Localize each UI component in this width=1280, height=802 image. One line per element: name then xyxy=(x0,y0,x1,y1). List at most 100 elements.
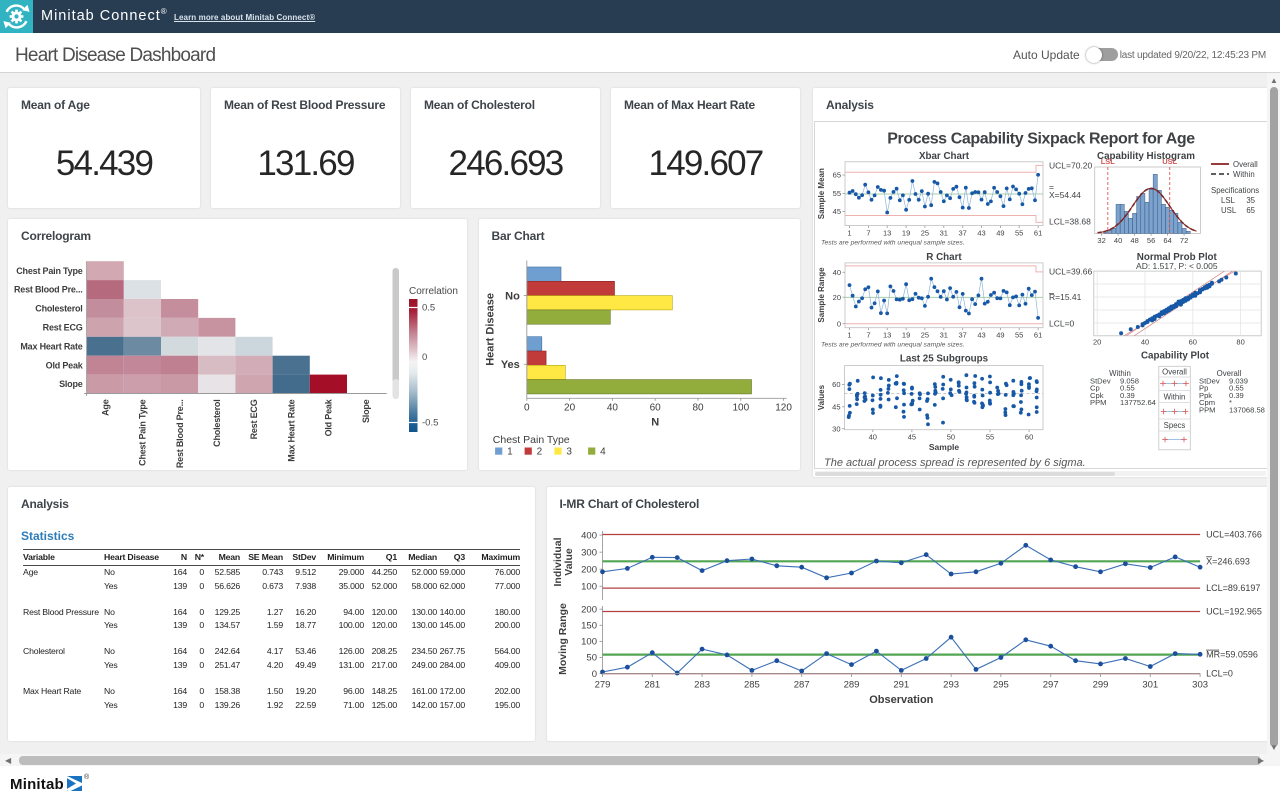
svg-text:200: 200 xyxy=(581,564,597,575)
svg-text:287: 287 xyxy=(793,680,809,691)
svg-text:Last 25 Subgroups: Last 25 Subgroups xyxy=(900,354,989,365)
svg-text:Moving Range: Moving Range xyxy=(557,603,569,675)
svg-text:37: 37 xyxy=(959,229,967,238)
svg-text:120: 120 xyxy=(775,402,792,413)
svg-text:40: 40 xyxy=(833,268,841,277)
svg-text:Overall: Overall xyxy=(1233,160,1258,169)
svg-text:Age: Age xyxy=(100,399,110,416)
svg-text:291: 291 xyxy=(893,680,909,691)
svg-text:UCL=192.965: UCL=192.965 xyxy=(1206,607,1262,617)
svg-text:19: 19 xyxy=(902,331,910,340)
svg-text:297: 297 xyxy=(1042,680,1058,691)
svg-text:31: 31 xyxy=(940,331,948,340)
svg-text:Sample Range: Sample Range xyxy=(817,267,826,323)
svg-text:25: 25 xyxy=(921,331,929,340)
svg-text:Sample Mean: Sample Mean xyxy=(817,168,826,219)
svg-text:65: 65 xyxy=(1246,206,1255,215)
svg-text:Capability Plot: Capability Plot xyxy=(1141,351,1210,362)
svg-text:281: 281 xyxy=(644,680,660,691)
svg-text:55: 55 xyxy=(833,189,841,198)
svg-text:40: 40 xyxy=(869,433,877,442)
svg-text:X=246.693: X=246.693 xyxy=(1206,556,1250,566)
svg-text:Max Heart Rate: Max Heart Rate xyxy=(286,399,296,461)
svg-text:20: 20 xyxy=(833,293,841,302)
svg-text:LSL: LSL xyxy=(1101,157,1116,166)
svg-text:64: 64 xyxy=(1163,236,1171,245)
svg-text:295: 295 xyxy=(992,680,1008,691)
svg-text:13: 13 xyxy=(883,229,891,238)
svg-text:Old Peak: Old Peak xyxy=(46,360,84,370)
svg-text:35: 35 xyxy=(1246,196,1255,205)
svg-text:60: 60 xyxy=(1025,433,1033,442)
svg-text:55: 55 xyxy=(986,433,994,442)
svg-text:20: 20 xyxy=(1093,338,1101,347)
svg-text:56: 56 xyxy=(1147,236,1155,245)
svg-text:0: 0 xyxy=(837,319,841,328)
svg-text:303: 303 xyxy=(1192,680,1208,691)
svg-text:Within: Within xyxy=(1233,170,1255,179)
svg-text:40: 40 xyxy=(1141,338,1149,347)
svg-text:Process Capability Sixpack Rep: Process Capability Sixpack Report for Ag… xyxy=(887,131,1195,148)
svg-text:No: No xyxy=(505,290,520,302)
svg-text:Rest ECG: Rest ECG xyxy=(249,399,259,439)
svg-text:299: 299 xyxy=(1092,680,1108,691)
svg-text:2: 2 xyxy=(536,447,542,458)
svg-text:65: 65 xyxy=(833,171,841,180)
svg-text:Cholesterol: Cholesterol xyxy=(35,304,82,314)
svg-text:40: 40 xyxy=(606,402,618,413)
svg-text:40: 40 xyxy=(1114,236,1122,245)
svg-text:100: 100 xyxy=(732,402,749,413)
svg-text:Chest Pain Type: Chest Pain Type xyxy=(16,266,83,276)
svg-text:19: 19 xyxy=(902,229,910,238)
svg-text:Within: Within xyxy=(1164,393,1186,402)
svg-text:49: 49 xyxy=(996,229,1004,238)
svg-text:Correlation: Correlation xyxy=(409,286,458,297)
svg-text:200: 200 xyxy=(581,604,597,615)
svg-text:43: 43 xyxy=(977,229,985,238)
svg-text:31: 31 xyxy=(940,229,948,238)
svg-text:4: 4 xyxy=(600,447,606,458)
svg-text:301: 301 xyxy=(1142,680,1158,691)
svg-text:300: 300 xyxy=(581,547,597,558)
svg-text:Rest ECG: Rest ECG xyxy=(43,323,83,333)
svg-text:1: 1 xyxy=(847,229,851,238)
svg-text:293: 293 xyxy=(943,680,959,691)
svg-text:100: 100 xyxy=(581,637,597,648)
svg-text:Tests are performed with unequ: Tests are performed with unequal sample … xyxy=(821,240,965,247)
svg-text:Overall: Overall xyxy=(1162,368,1187,377)
svg-text:25: 25 xyxy=(921,229,929,238)
svg-text:80: 80 xyxy=(1236,338,1244,347)
svg-text:1: 1 xyxy=(507,447,513,458)
svg-text:45: 45 xyxy=(833,207,841,216)
svg-text:50: 50 xyxy=(586,653,597,664)
svg-text:AD: 1.517, P: < 0.005: AD: 1.517, P: < 0.005 xyxy=(1136,261,1218,271)
svg-text:Chest Pain Type: Chest Pain Type xyxy=(492,434,569,446)
svg-text:LCL=0: LCL=0 xyxy=(1206,669,1233,679)
svg-text:45: 45 xyxy=(908,433,916,442)
svg-text:Values: Values xyxy=(817,384,826,410)
svg-text:Heart Disease: Heart Disease xyxy=(484,293,496,366)
svg-text:49: 49 xyxy=(996,331,1004,340)
svg-text:Sample: Sample xyxy=(929,442,960,452)
svg-text:LCL=89.6197: LCL=89.6197 xyxy=(1206,583,1260,593)
svg-text:55: 55 xyxy=(1015,331,1023,340)
svg-text:USL: USL xyxy=(1221,206,1237,215)
svg-text:Rest Blood Pre...: Rest Blood Pre... xyxy=(175,400,185,469)
svg-text:PPM: PPM xyxy=(1090,398,1106,407)
svg-text:0: 0 xyxy=(591,669,596,680)
svg-text:Slope: Slope xyxy=(361,399,371,423)
svg-text:285: 285 xyxy=(743,680,759,691)
svg-text:0.5: 0.5 xyxy=(422,303,435,314)
svg-text:55: 55 xyxy=(1015,229,1023,238)
svg-text:1: 1 xyxy=(847,331,851,340)
svg-text:USL: USL xyxy=(1162,157,1177,166)
svg-text:45: 45 xyxy=(832,402,840,411)
svg-text:30: 30 xyxy=(832,424,840,433)
svg-text:137752.64: 137752.64 xyxy=(1120,398,1156,407)
svg-text:60: 60 xyxy=(832,380,840,389)
svg-text:X=54.44: X=54.44 xyxy=(1049,190,1081,200)
svg-text:61: 61 xyxy=(1034,229,1042,238)
svg-text:13: 13 xyxy=(883,331,891,340)
svg-text:60: 60 xyxy=(649,402,661,413)
svg-text:60: 60 xyxy=(1189,338,1197,347)
